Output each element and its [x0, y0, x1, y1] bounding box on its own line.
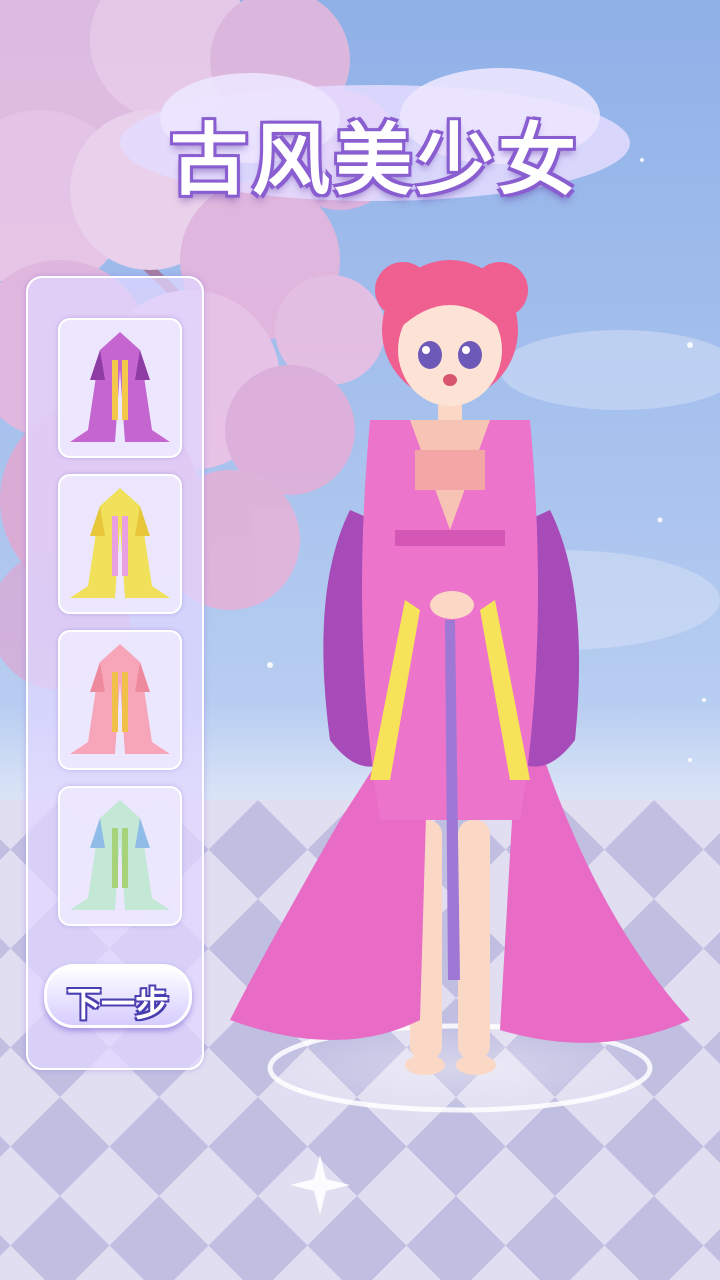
yellow-hanfu-icon — [70, 488, 170, 598]
wardrobe-item-3[interactable] — [58, 630, 182, 770]
character-model — [230, 260, 690, 1075]
wardrobe-panel: 下一步 — [26, 276, 204, 1070]
character-leg — [458, 820, 490, 1060]
wardrobe-item-2[interactable] — [58, 474, 182, 614]
title-banner: 古风美少女 — [110, 58, 640, 208]
game-title: 古风美少女 — [169, 116, 580, 206]
purple-hanfu-icon — [70, 332, 170, 442]
pink-hanfu-icon — [70, 644, 170, 754]
mint-hanfu-icon — [70, 800, 170, 910]
next-step-button[interactable]: 下一步 — [44, 964, 192, 1028]
next-step-label: 下一步 — [67, 985, 169, 1025]
wardrobe-item-4[interactable] — [58, 786, 182, 926]
wardrobe-item-1[interactable] — [58, 318, 182, 458]
